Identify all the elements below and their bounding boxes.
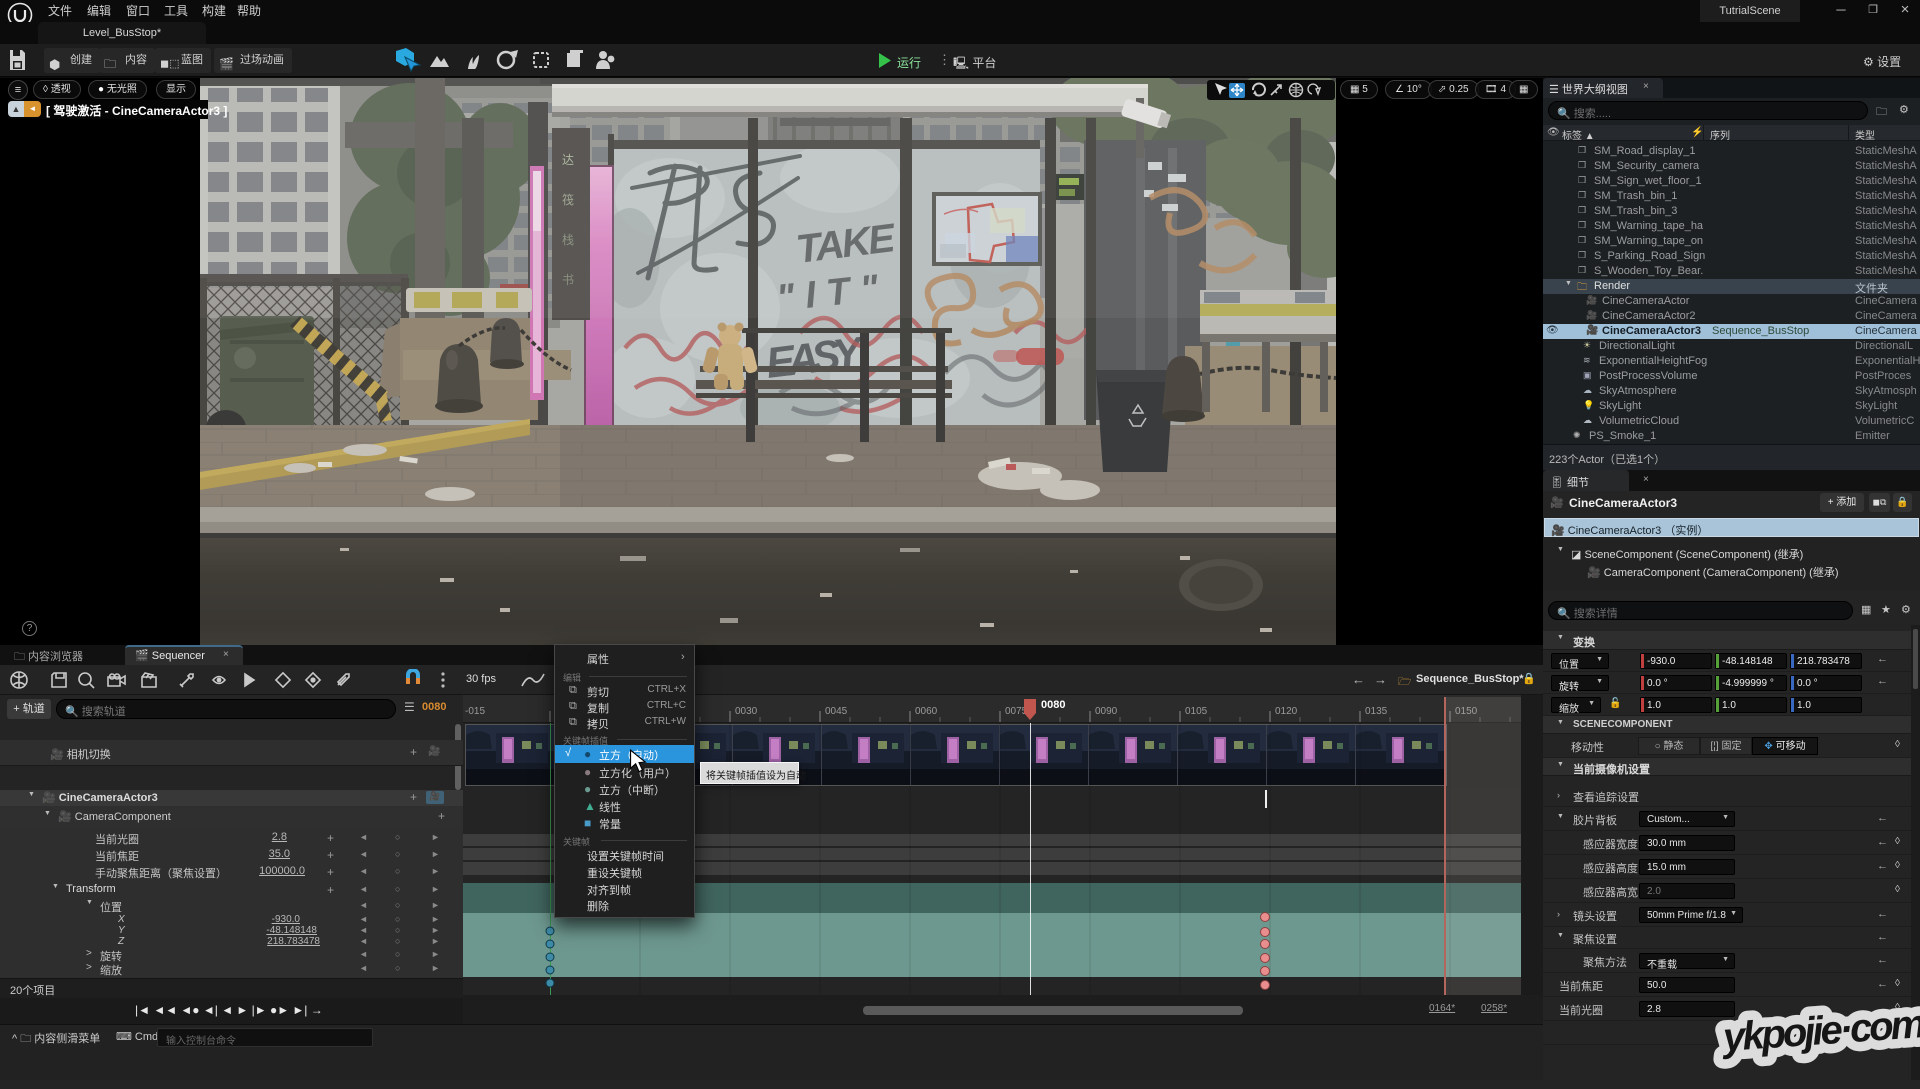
svg-text:0120: 0120 [1275,706,1298,717]
svg-text:0090: 0090 [1095,706,1118,717]
svg-text:-015: -015 [465,706,485,717]
svg-text:0060: 0060 [915,706,938,717]
svg-text:0030: 0030 [735,706,758,717]
svg-text:0080: 0080 [1041,699,1065,711]
svg-text:ykpojie·com: ykpojie·com [1720,1002,1920,1060]
svg-text:0045: 0045 [825,706,848,717]
svg-text:0135: 0135 [1365,706,1388,717]
svg-text:0105: 0105 [1185,706,1208,717]
